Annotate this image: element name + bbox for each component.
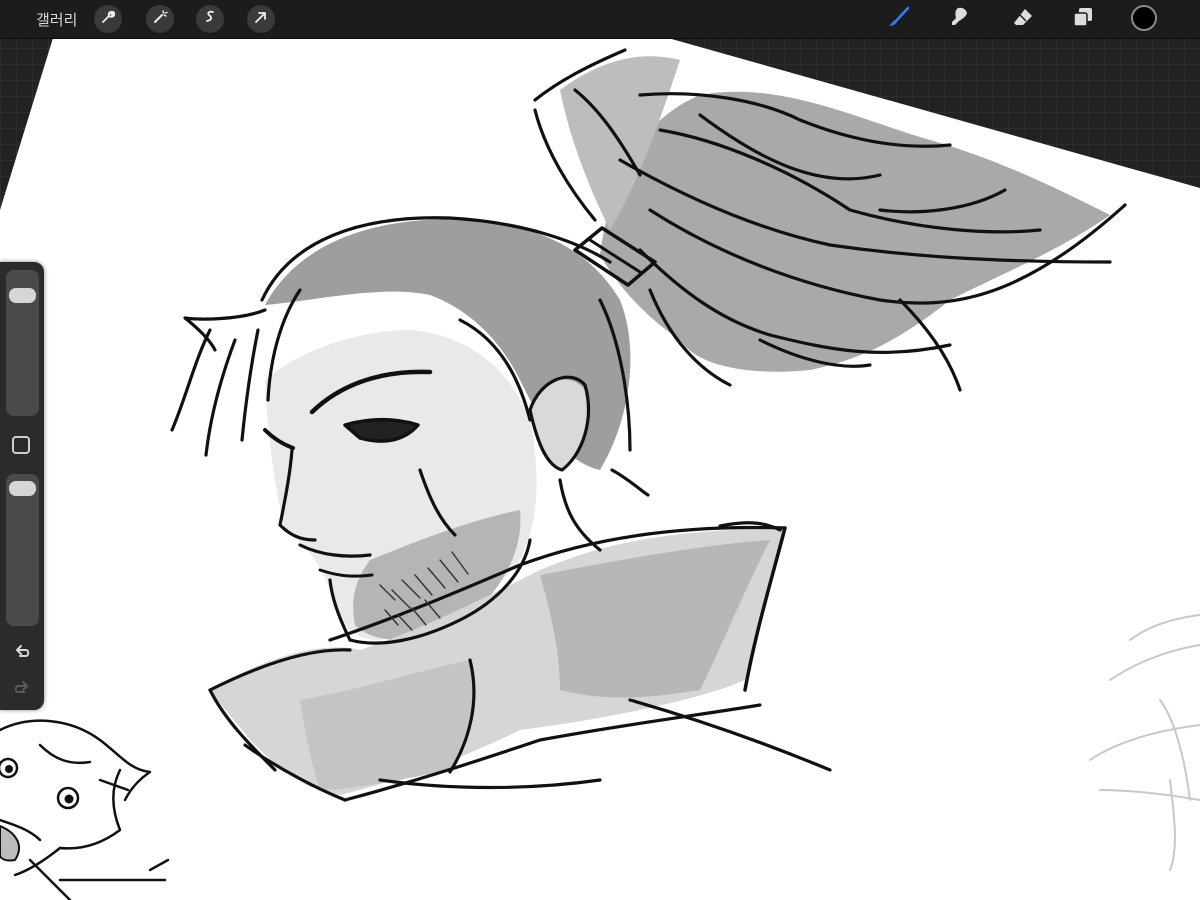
brush-size-thumb[interactable] xyxy=(9,288,36,303)
selection-button[interactable] xyxy=(196,5,224,33)
adjustments-button[interactable] xyxy=(146,5,174,33)
selection-s-icon xyxy=(202,9,218,30)
opacity-slider[interactable] xyxy=(6,474,39,626)
undo-button[interactable] xyxy=(10,642,34,666)
brush-icon xyxy=(887,5,911,34)
transform-arrow-icon xyxy=(253,9,269,30)
gallery-button[interactable]: 갤러리 xyxy=(36,9,77,30)
magic-wand-icon xyxy=(152,9,168,30)
smudge-tool[interactable] xyxy=(947,6,973,32)
top-toolbar: 갤러리 xyxy=(0,0,1200,39)
wrench-icon xyxy=(100,9,116,30)
layers-tool[interactable] xyxy=(1070,6,1096,32)
redo-icon xyxy=(12,678,32,703)
modify-button[interactable] xyxy=(12,436,30,454)
eraser-tool[interactable] xyxy=(1010,6,1036,32)
brush-tool[interactable] xyxy=(886,6,912,32)
drawing-canvas[interactable] xyxy=(0,0,1200,900)
left-sidebar xyxy=(0,262,44,710)
smudge-icon xyxy=(948,5,972,34)
redo-button[interactable] xyxy=(10,678,34,702)
color-picker-button[interactable] xyxy=(1131,5,1157,31)
brush-size-slider[interactable] xyxy=(6,270,39,416)
undo-icon xyxy=(12,642,32,667)
transform-button[interactable] xyxy=(247,5,275,33)
opacity-thumb[interactable] xyxy=(9,480,36,496)
actions-button[interactable] xyxy=(94,5,122,33)
layers-icon xyxy=(1071,5,1095,34)
eraser-icon xyxy=(1011,5,1035,34)
